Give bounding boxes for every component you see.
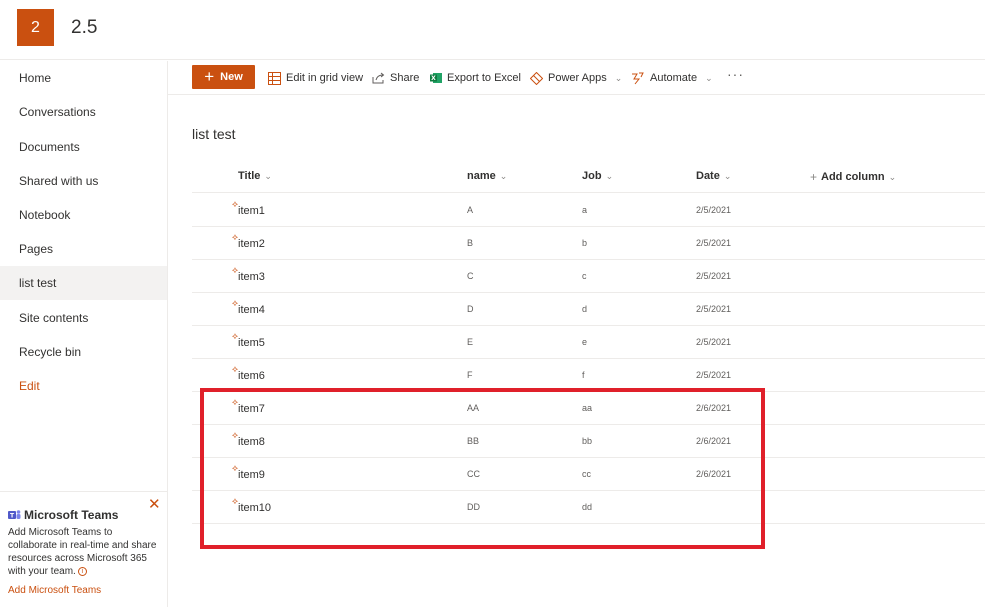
- export-to-excel-label: Export to Excel: [447, 72, 521, 84]
- automate-button[interactable]: Automate ⌄: [631, 68, 713, 88]
- chevron-down-icon: ⌄: [264, 170, 272, 181]
- power-apps-button[interactable]: Power Apps ⌄: [530, 68, 622, 88]
- close-icon[interactable]: ✕: [148, 497, 161, 512]
- cell-job: d: [582, 304, 588, 314]
- nav-item-pages[interactable]: Pages: [0, 232, 167, 266]
- column-header-title-label: Title: [238, 170, 261, 182]
- chevron-down-icon: ⌄: [888, 171, 897, 182]
- edit-grid-view-button[interactable]: Edit in grid view: [268, 68, 363, 88]
- power-apps-icon: [530, 71, 543, 85]
- automate-icon: [632, 72, 644, 84]
- svg-text:X: X: [431, 75, 436, 82]
- cell-date: 2/5/2021: [696, 271, 732, 281]
- cell-title[interactable]: item1: [238, 205, 265, 217]
- table-row[interactable]: ⟡ item5 E e 2/5/2021: [192, 326, 985, 359]
- table-row[interactable]: ⟡ item1 A a 2/5/2021: [192, 194, 985, 227]
- cell-name: B: [467, 238, 474, 248]
- column-header-job-label: Job: [582, 170, 602, 182]
- cell-title[interactable]: item4: [238, 304, 265, 316]
- nav-item-home[interactable]: Home: [0, 61, 167, 95]
- column-header-job[interactable]: Job ⌄: [582, 170, 613, 182]
- grid-icon: [268, 71, 281, 85]
- site-header: 2 2.5: [0, 0, 985, 60]
- chevron-down-icon: ⌄: [499, 170, 508, 181]
- column-header-name[interactable]: name ⌄: [467, 170, 507, 182]
- cell-title[interactable]: item5: [238, 337, 265, 349]
- cell-title[interactable]: item2: [238, 238, 265, 250]
- cell-date: 2/5/2021: [696, 205, 732, 215]
- cell-title[interactable]: item3: [238, 271, 265, 283]
- highlight-annotation-box: [200, 388, 765, 549]
- info-icon[interactable]: i: [77, 566, 87, 576]
- plus-icon: +: [810, 170, 818, 184]
- column-header-name-label: name: [467, 170, 496, 182]
- power-apps-label: Power Apps: [548, 72, 607, 84]
- cell-date: 2/5/2021: [696, 337, 732, 347]
- nav-item-site-contents[interactable]: Site contents: [0, 301, 167, 335]
- table-row[interactable]: ⟡ item2 B b 2/5/2021: [192, 227, 985, 260]
- column-header-title[interactable]: Title ⌄: [238, 170, 272, 182]
- edit-grid-view-label: Edit in grid view: [286, 72, 364, 84]
- cell-date: 2/5/2021: [696, 238, 732, 248]
- new-button-label: New: [220, 71, 243, 83]
- chevron-down-icon: ⌄: [723, 170, 732, 181]
- teams-panel: T Microsoft Teams ✕ Add Microsoft Teams …: [0, 491, 167, 607]
- nav-item-conversations[interactable]: Conversations: [0, 95, 167, 129]
- command-bar: + New Edit in grid view Share X Export t…: [168, 61, 985, 95]
- left-nav: Home Conversations Documents Shared with…: [0, 61, 168, 607]
- cell-name: C: [467, 271, 474, 281]
- chevron-down-icon: ⌄: [605, 170, 614, 181]
- cell-name: A: [467, 205, 474, 215]
- nav-edit-link[interactable]: Edit: [0, 369, 167, 403]
- share-button[interactable]: Share: [372, 68, 419, 88]
- site-logo[interactable]: 2: [17, 9, 54, 46]
- cell-job: a: [582, 205, 588, 215]
- chevron-down-icon: ⌄: [614, 72, 623, 83]
- cell-title[interactable]: item6: [238, 370, 265, 382]
- cell-job: b: [582, 238, 588, 248]
- automate-label: Automate: [650, 72, 698, 84]
- teams-panel-title: T Microsoft Teams: [8, 508, 118, 522]
- list-title: list test: [192, 126, 236, 142]
- nav-item-documents[interactable]: Documents: [0, 130, 167, 164]
- nav-item-shared-with-us[interactable]: Shared with us: [0, 164, 167, 198]
- list-header: Title ⌄ name ⌄ Job ⌄ Date ⌄ + Add column ⌄: [192, 160, 985, 193]
- new-button[interactable]: + New: [192, 65, 255, 89]
- nav-item-notebook[interactable]: Notebook: [0, 198, 167, 232]
- teams-title-text: Microsoft Teams: [24, 508, 119, 522]
- cell-job: c: [582, 271, 587, 281]
- cell-job: f: [582, 370, 585, 380]
- cell-name: D: [467, 304, 474, 314]
- cell-job: e: [582, 337, 588, 347]
- table-row[interactable]: ⟡ item3 C c 2/5/2021: [192, 260, 985, 293]
- more-options-icon[interactable]: ···: [727, 66, 744, 82]
- cell-name: E: [467, 337, 474, 347]
- nav-item-list-test[interactable]: list test: [0, 266, 167, 300]
- cell-name: F: [467, 370, 473, 380]
- add-column-label: Add column: [821, 171, 885, 183]
- share-label: Share: [390, 72, 420, 84]
- teams-icon: T: [8, 510, 21, 520]
- nav-item-recycle-bin[interactable]: Recycle bin: [0, 335, 167, 369]
- chevron-down-icon: ⌄: [705, 72, 713, 83]
- table-row[interactable]: ⟡ item4 D d 2/5/2021: [192, 293, 985, 326]
- cell-date: 2/5/2021: [696, 304, 732, 314]
- export-to-excel-button[interactable]: X Export to Excel: [430, 68, 521, 88]
- site-title[interactable]: 2.5: [71, 17, 97, 39]
- plus-icon: +: [204, 67, 215, 86]
- column-header-date-label: Date: [696, 170, 720, 182]
- add-column-button[interactable]: + Add column ⌄: [810, 170, 896, 184]
- cell-date: 2/5/2021: [696, 370, 732, 380]
- teams-description: Add Microsoft Teams to collaborate in re…: [8, 526, 158, 578]
- column-header-date[interactable]: Date ⌄: [696, 170, 731, 182]
- add-teams-link[interactable]: Add Microsoft Teams: [8, 585, 101, 596]
- share-icon: [372, 72, 385, 84]
- excel-icon: X: [430, 73, 442, 83]
